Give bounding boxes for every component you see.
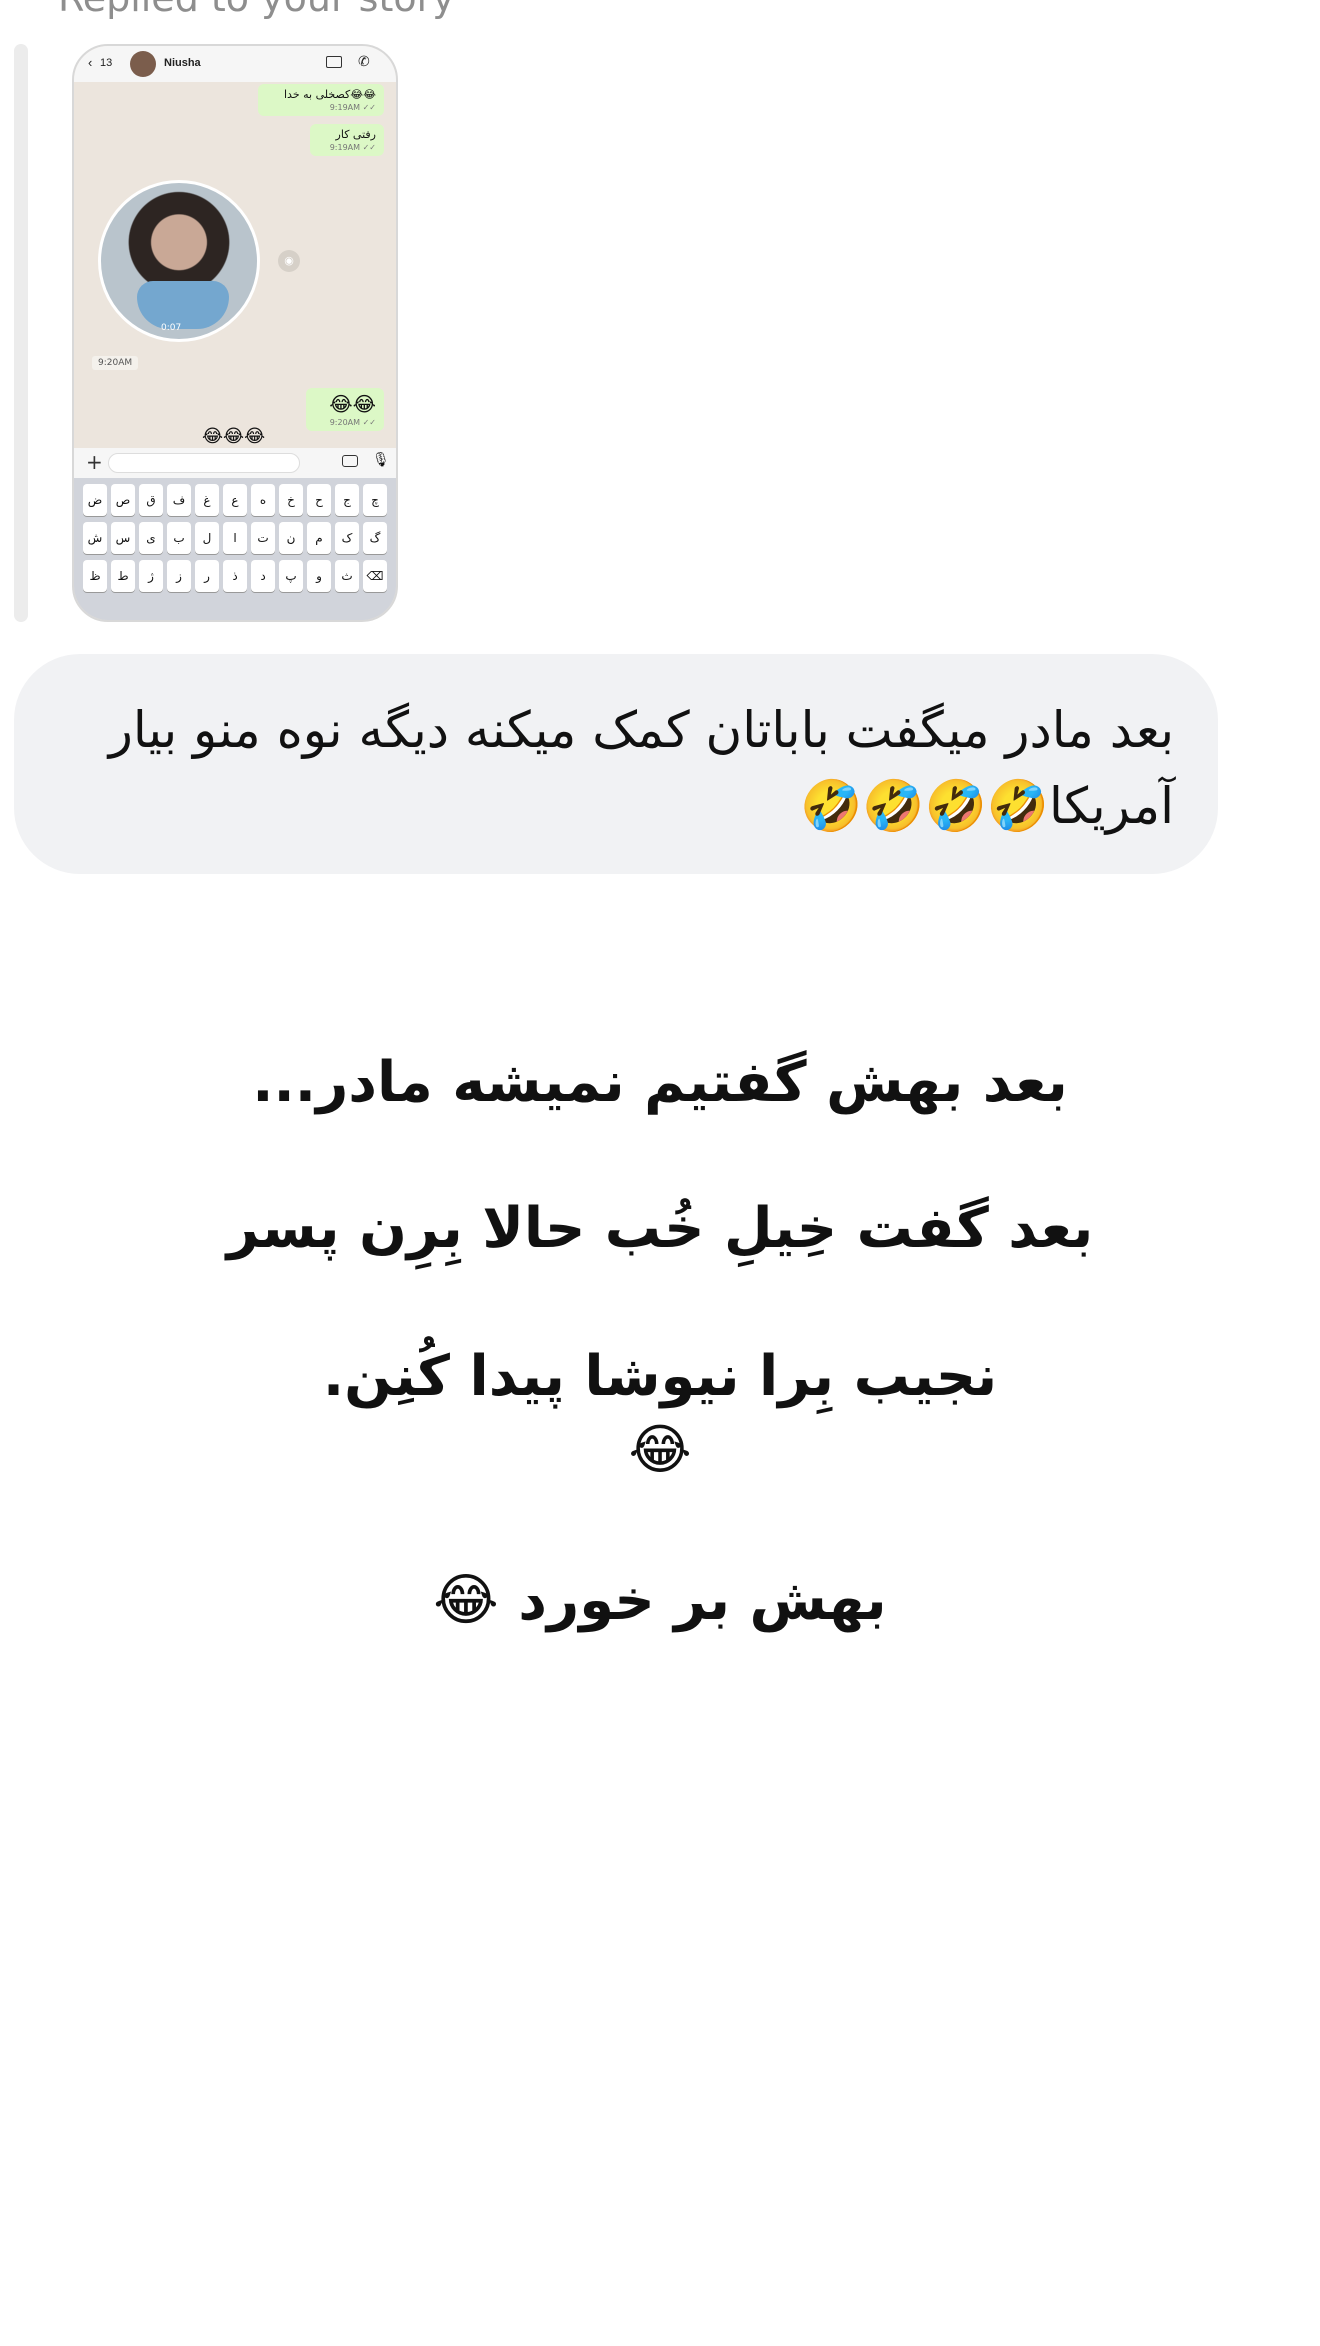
laugh-emoji-row: 😂😂😂 [202,426,266,447]
chat-bubble: 😂😂 9:20AM ✓✓ [306,388,384,431]
reply-header: Replied to your story [58,0,455,20]
keyboard-key: ج [335,484,359,516]
keyboard-key: و [307,560,331,592]
keyboard-key: ک [335,522,359,554]
whatsapp-header: ‹ 13 Niusha ✆ [74,46,396,82]
keyboard-key: ا [223,522,247,554]
keyboard-key: ع [223,484,247,516]
keyboard-key: ظ [83,560,107,592]
keyboard-key: ب [167,522,191,554]
unread-count: 13 [100,57,113,69]
video-message: 0:07 [98,180,260,342]
compose-row: + 🎙 [74,448,396,478]
keyboard-row: شسیبلاتنمکگ [78,522,392,554]
chat-bubble-time: 9:20AM ✓✓ [329,418,376,427]
keyboard-key: ن [279,522,303,554]
caption-line: نجیب بِرا نیوشا پیدا کُنِن. [322,1344,998,1409]
keyboard-key: ط [111,560,135,592]
keyboard-key: پ [279,560,303,592]
keyboard-key: ی [139,522,163,554]
keyboard-key: ه [251,484,275,516]
keyboard-key: ر [195,560,219,592]
contact-avatar [130,51,156,77]
face-mask [137,281,229,329]
keyboard-key: ت [251,522,275,554]
keyboard-key: د [251,560,275,592]
keyboard-key: غ [195,484,219,516]
caption-line: بعد بهش گفتیم نمیشه مادر... [252,1050,1068,1115]
camera-icon [342,455,358,467]
video-call-icon [326,56,342,68]
keyboard-key: ذ [223,560,247,592]
compose-input [108,453,300,473]
plus-icon: + [86,450,103,474]
message-bubble[interactable]: بعد مادر میگفت باباتان کمک میکنه دیگه نو… [14,654,1218,874]
keyboard-key: ف [167,484,191,516]
keyboard-key: س [111,522,135,554]
keyboard-key: گ [363,522,387,554]
keyboard-key: خ [279,484,303,516]
keyboard-row: ظ ط ژ ز ر ذ د پ و ث ⌫ [78,560,392,592]
back-arrow-icon: ‹ [88,55,93,70]
laugh-emoji: 😂 [628,1418,692,1481]
keyboard-key: ژ [139,560,163,592]
story-thumbnail[interactable]: ‹ 13 Niusha ✆ کصخلی به خدا😂😂 9:19AM ✓✓ ر… [72,44,398,622]
chat-bubble: رفتی کار 9:19AM ✓✓ [310,124,384,156]
chat-bubble-time: 9:19AM ✓✓ [329,143,376,152]
keyboard-key: ⌫ [363,560,387,592]
video-duration: 0:07 [161,323,182,333]
microphone-icon: 🎙 [372,452,390,468]
keyboard-key: ش [83,522,107,554]
chat-bubble-text: 😂😂 [329,392,376,416]
contact-name: Niusha [164,57,201,69]
keyboard-key: ل [195,522,219,554]
message-text: بعد مادر میگفت باباتان کمک میکنه دیگه نو… [108,701,1174,835]
keyboard-key: چ [363,484,387,516]
chat-bubble: کصخلی به خدا😂😂 9:19AM ✓✓ [258,84,384,116]
caption-line: بعد گفت خِیلِ خُب حالا بِرِن پسر [226,1196,1094,1261]
camera-icon: ◉ [278,250,300,272]
keyboard-row: ضصقفغعهخحجچ [78,484,392,516]
keyboard: ض ص ق ف غ ع ه خ ح ج چ ش س ی ب ل ا ت ن م ک گ ظ ط ژ ز ر ذ د پ و ث ⌫ [74,478,396,620]
keyboard-key: ز [167,560,191,592]
caption-line: بهش بر خورد 😂 [433,1568,887,1633]
keyboard-key: ح [307,484,331,516]
keyboard-key: م [307,522,331,554]
keyboard-key: ق [139,484,163,516]
chat-bubble-text: کصخلی به خدا😂😂 [284,88,376,101]
chat-bubble-time: 9:19AM ✓✓ [329,103,376,112]
chat-bubble-text: رفتی کار [335,128,376,141]
keyboard-key: ص [111,484,135,516]
keyboard-key: ض [83,484,107,516]
keyboard-key: ث [335,560,359,592]
phone-icon: ✆ [358,53,370,69]
reply-quote-bar [14,44,28,622]
date-stamp: 9:20AM [92,356,139,370]
